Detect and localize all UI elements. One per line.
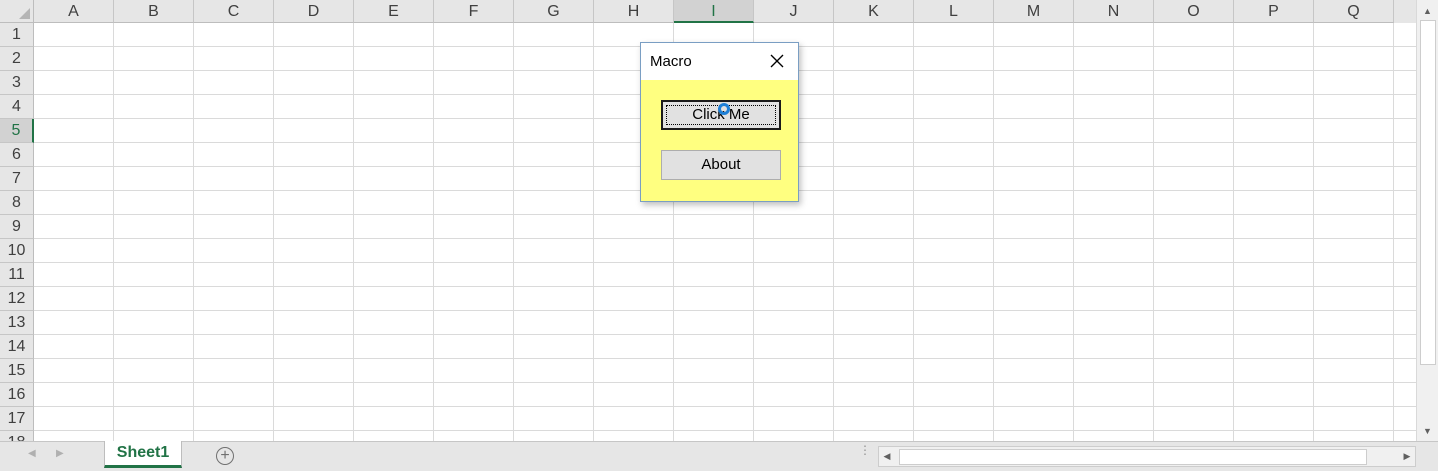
row-header-4[interactable]: 4 — [0, 95, 34, 119]
pointer-cursor-icon — [718, 103, 730, 115]
column-header-l[interactable]: L — [914, 0, 994, 23]
grid-column-line — [593, 23, 594, 441]
column-headers: ABCDEFGHIJKLMNOPQ — [34, 0, 1416, 23]
row-header-7[interactable]: 7 — [0, 167, 34, 191]
grid-row-line — [34, 358, 1416, 359]
close-icon[interactable] — [769, 53, 785, 69]
grid-column-line — [1393, 23, 1394, 441]
horizontal-scroll-thumb[interactable] — [899, 449, 1367, 465]
grid-column-line — [1153, 23, 1154, 441]
grid-column-line — [193, 23, 194, 441]
row-header-9[interactable]: 9 — [0, 215, 34, 239]
grid-column-line — [513, 23, 514, 441]
column-header-o[interactable]: O — [1154, 0, 1234, 23]
row-header-11[interactable]: 11 — [0, 263, 34, 287]
row-headers: 123456789101112131415161718 — [0, 23, 34, 441]
column-header-c[interactable]: C — [194, 0, 274, 23]
sheet-tab-sheet1[interactable]: Sheet1 — [104, 441, 182, 468]
prev-sheet-icon[interactable]: ◀ — [28, 448, 36, 459]
row-header-12[interactable]: 12 — [0, 287, 34, 311]
add-sheet-icon[interactable]: + — [216, 447, 234, 465]
row-header-13[interactable]: 13 — [0, 311, 34, 335]
arrow-right-icon[interactable]: ▶ — [1399, 447, 1415, 466]
column-header-n[interactable]: N — [1074, 0, 1154, 23]
arrow-down-icon[interactable]: ▼ — [1417, 423, 1438, 440]
grid-row-line — [34, 262, 1416, 263]
row-header-1[interactable]: 1 — [0, 23, 34, 47]
column-header-i[interactable]: I — [674, 0, 754, 23]
column-header-g[interactable]: G — [514, 0, 594, 23]
grid-column-line — [1313, 23, 1314, 441]
row-header-3[interactable]: 3 — [0, 71, 34, 95]
row-header-8[interactable]: 8 — [0, 191, 34, 215]
row-header-15[interactable]: 15 — [0, 359, 34, 383]
grid-column-line — [433, 23, 434, 441]
column-header-m[interactable]: M — [994, 0, 1074, 23]
row-header-10[interactable]: 10 — [0, 239, 34, 263]
grid-row-line — [34, 286, 1416, 287]
column-header-d[interactable]: D — [274, 0, 354, 23]
grid-column-line — [833, 23, 834, 441]
vertical-scrollbar[interactable]: ▲ ▼ — [1416, 0, 1438, 441]
grid-row-line — [34, 406, 1416, 407]
column-header-h[interactable]: H — [594, 0, 674, 23]
row-header-2[interactable]: 2 — [0, 47, 34, 71]
row-header-5[interactable]: 5 — [0, 119, 34, 143]
column-header-k[interactable]: K — [834, 0, 914, 23]
column-header-a[interactable]: A — [34, 0, 114, 23]
next-sheet-icon[interactable]: ▶ — [56, 448, 64, 459]
column-header-b[interactable]: B — [114, 0, 194, 23]
vertical-scroll-thumb[interactable] — [1420, 20, 1436, 365]
grid-row-line — [34, 382, 1416, 383]
row-header-14[interactable]: 14 — [0, 335, 34, 359]
arrow-left-icon[interactable]: ◀ — [879, 447, 895, 466]
column-header-q[interactable]: Q — [1314, 0, 1394, 23]
grid-column-line — [1073, 23, 1074, 441]
grid-row-line — [34, 310, 1416, 311]
row-header-18[interactable]: 18 — [0, 431, 34, 441]
grid-row-line — [34, 214, 1416, 215]
row-header-6[interactable]: 6 — [0, 143, 34, 167]
dialog-titlebar[interactable]: Macro — [641, 43, 798, 80]
row-header-17[interactable]: 17 — [0, 407, 34, 431]
grid-column-line — [113, 23, 114, 441]
column-header-p[interactable]: P — [1234, 0, 1314, 23]
grid-column-line — [1233, 23, 1234, 441]
grid-column-line — [913, 23, 914, 441]
grid-row-line — [34, 238, 1416, 239]
about-button[interactable]: About — [661, 150, 781, 180]
column-header-f[interactable]: F — [434, 0, 514, 23]
grid-column-line — [353, 23, 354, 441]
macro-dialog: Macro Click Me About — [640, 42, 799, 202]
grid-row-line — [34, 430, 1416, 431]
grid-column-line — [993, 23, 994, 441]
tab-split-handle-icon[interactable]: ⋮ — [859, 444, 871, 456]
dialog-title: Macro — [650, 53, 692, 70]
select-all-corner[interactable] — [0, 0, 34, 23]
horizontal-scrollbar[interactable]: ◀ ▶ — [878, 446, 1416, 467]
grid-row-line — [34, 334, 1416, 335]
arrow-up-icon[interactable]: ▲ — [1417, 3, 1438, 20]
column-header-e[interactable]: E — [354, 0, 434, 23]
sheet-tab-bar: ◀ ▶ Sheet1 + ⋮ ◀ ▶ — [0, 441, 1438, 471]
row-header-16[interactable]: 16 — [0, 383, 34, 407]
grid-column-line — [273, 23, 274, 441]
select-all-triangle-icon — [19, 8, 30, 19]
column-header-j[interactable]: J — [754, 0, 834, 23]
